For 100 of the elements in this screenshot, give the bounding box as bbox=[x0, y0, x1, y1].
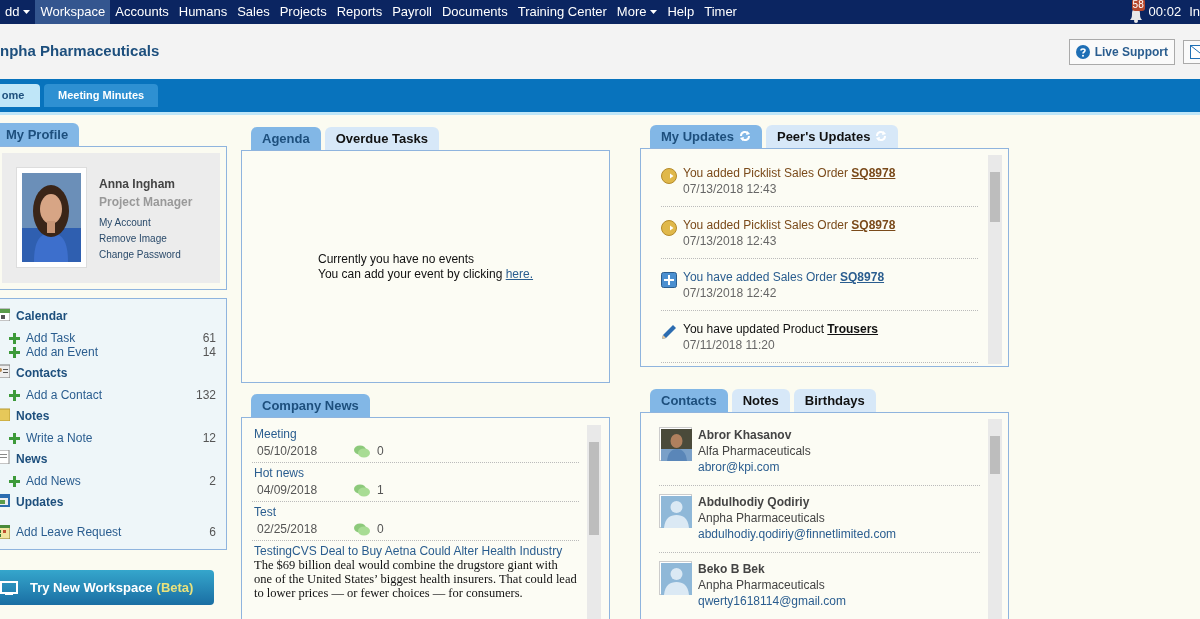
avatar-icon bbox=[661, 496, 692, 528]
refresh-icon bbox=[738, 129, 751, 142]
try-workspace-button[interactable]: Try New Workspace (Beta) bbox=[0, 570, 214, 605]
panel-tab[interactable]: Birthdays bbox=[793, 389, 876, 412]
scrollbar[interactable] bbox=[988, 155, 1002, 364]
news-title[interactable]: Test bbox=[254, 505, 577, 519]
scrollbar[interactable] bbox=[587, 425, 601, 619]
section-link[interactable]: News bbox=[16, 450, 48, 474]
panel-tab[interactable]: My Profile bbox=[0, 123, 80, 146]
contact-company: Anpha Pharmaceuticals bbox=[698, 577, 826, 593]
nav-link[interactable]: Reports bbox=[331, 0, 388, 24]
update-link[interactable]: SQ8978 bbox=[840, 270, 885, 284]
panel-tab[interactable]: Agenda bbox=[251, 127, 321, 150]
nav-link[interactable]: More bbox=[611, 0, 663, 24]
nav-link[interactable]: Humans bbox=[173, 0, 233, 24]
folder-icon bbox=[0, 407, 10, 421]
contact-company: Anpha Pharmaceuticals bbox=[698, 510, 826, 526]
news-title[interactable]: Meeting bbox=[254, 427, 577, 441]
section-link[interactable]: Contacts bbox=[16, 364, 68, 388]
nav-link[interactable]: Timer bbox=[699, 0, 742, 24]
help-icon bbox=[1075, 44, 1090, 59]
section-link[interactable]: Notes bbox=[16, 407, 50, 431]
update-time: 07/13/2018 12:42 bbox=[683, 285, 778, 301]
add-event-link[interactable]: here. bbox=[505, 266, 534, 281]
job-title: Project Manager bbox=[99, 194, 193, 211]
person-name: Anna Ingham bbox=[99, 176, 176, 193]
panel-tab[interactable]: My Updates bbox=[650, 125, 762, 148]
panel-tab[interactable]: Contacts bbox=[650, 389, 728, 412]
item-count: 132 bbox=[195, 387, 216, 404]
avatar-icon bbox=[661, 563, 692, 595]
nav-link[interactable]: Payroll bbox=[387, 0, 437, 24]
news-date: 05/10/2018 bbox=[257, 443, 319, 460]
nav-link[interactable]: Documents bbox=[436, 0, 513, 24]
comments-icon bbox=[353, 483, 371, 497]
news-title[interactable]: TestingCVS Deal to Buy Aetna Could Alter Health Industry bbox=[254, 544, 577, 558]
profile-link[interactable]: Change Password bbox=[99, 247, 193, 263]
nav-link[interactable]: Accounts bbox=[110, 0, 174, 24]
profile-link[interactable]: Remove Image bbox=[99, 231, 193, 247]
plus-icon bbox=[9, 346, 20, 358]
plus-icon bbox=[9, 389, 20, 401]
update-text: You have added Sales Order SQ8978 bbox=[683, 269, 885, 285]
action-link[interactable]: Add News bbox=[26, 472, 81, 490]
update-link[interactable]: SQ8978 bbox=[851, 218, 896, 232]
profile-link[interactable]: My Account bbox=[99, 215, 193, 231]
calendar-icon bbox=[0, 307, 10, 321]
comment-count: 0 bbox=[377, 443, 384, 460]
update-time: 07/13/2018 12:43 bbox=[683, 233, 778, 249]
action-link[interactable]: Add Leave Request bbox=[16, 523, 122, 541]
clock-time: 00:02 bbox=[1148, 3, 1182, 22]
panel-tab[interactable]: Company News bbox=[251, 394, 370, 417]
panel-tab[interactable]: Notes bbox=[731, 389, 790, 412]
plus-icon bbox=[9, 332, 20, 344]
panel-tab[interactable]: Overdue Tasks bbox=[324, 127, 439, 150]
contact-name[interactable]: Beko B Bek bbox=[698, 561, 847, 577]
section-link[interactable]: Updates bbox=[16, 493, 64, 517]
scrollbar[interactable] bbox=[988, 419, 1002, 619]
nav-link[interactable]: Workspace bbox=[35, 0, 111, 24]
news-date: 02/25/2018 bbox=[257, 521, 319, 538]
news-title[interactable]: Hot news bbox=[254, 466, 577, 480]
live-support-button[interactable]: Live Support bbox=[1068, 38, 1175, 65]
pencil-icon bbox=[661, 324, 677, 340]
contact-email[interactable]: abror@kpi.com bbox=[698, 459, 811, 475]
calendar-grid-icon bbox=[0, 525, 10, 539]
page-tab[interactable]: ome bbox=[0, 84, 40, 107]
update-link[interactable]: SQ8978 bbox=[851, 166, 896, 180]
coin-icon bbox=[661, 220, 677, 236]
action-link[interactable]: Add a Contact bbox=[26, 386, 103, 404]
add-event-prompt: You can add your event by clicking here. bbox=[318, 266, 534, 282]
nav-link[interactable]: Help bbox=[662, 0, 700, 24]
document-icon bbox=[0, 450, 10, 464]
contact-email[interactable]: abdulhodiy.qodiriy@finnetlimited.com bbox=[698, 526, 897, 542]
item-count: 61 bbox=[202, 330, 216, 347]
comments-icon bbox=[353, 444, 371, 458]
update-link[interactable]: Trousers bbox=[827, 322, 879, 336]
news-summary: The $69 billion deal would combine the drugstore giant with one of the United States’ biggest health insurers. That could lead to lower prices — or fewer choices — for consumers. bbox=[254, 558, 577, 600]
nav-link[interactable]: Projects bbox=[274, 0, 332, 24]
plus-icon bbox=[9, 432, 20, 444]
add-icon bbox=[661, 272, 677, 288]
contact-name[interactable]: Abdulhodiy Qodiriy bbox=[698, 494, 897, 510]
contact-name[interactable]: Abror Khasanov bbox=[698, 427, 811, 443]
update-text: You have updated Product Trousers bbox=[683, 321, 879, 337]
action-link[interactable]: Write a Note bbox=[26, 429, 93, 447]
item-count: 12 bbox=[202, 430, 216, 447]
nav-link[interactable]: Sales bbox=[232, 0, 275, 24]
nav-link[interactable]: Training Center bbox=[512, 0, 612, 24]
notification-badge: 58 bbox=[1131, 0, 1145, 11]
item-count: 2 bbox=[209, 473, 216, 490]
company-name: npha Pharmaceuticals bbox=[0, 41, 160, 62]
nav-link[interactable]: dd bbox=[0, 0, 36, 24]
monitor-icon bbox=[0, 580, 18, 595]
comment-count: 0 bbox=[377, 521, 384, 538]
update-text: You added Picklist Sales Order SQ8978 bbox=[683, 217, 896, 233]
section-link[interactable]: Calendar bbox=[16, 307, 68, 331]
contact-email[interactable]: qwerty1618114@gmail.com bbox=[698, 593, 847, 609]
user-menu[interactable]: In bbox=[1189, 2, 1200, 22]
empty-message: Currently you have no events bbox=[318, 251, 476, 267]
news-date: 04/09/2018 bbox=[257, 482, 319, 499]
coin-icon bbox=[661, 168, 677, 184]
panel-tab[interactable]: Peer's Updates bbox=[765, 125, 899, 148]
update-text: You added Picklist Sales Order SQ8978 bbox=[683, 165, 896, 181]
